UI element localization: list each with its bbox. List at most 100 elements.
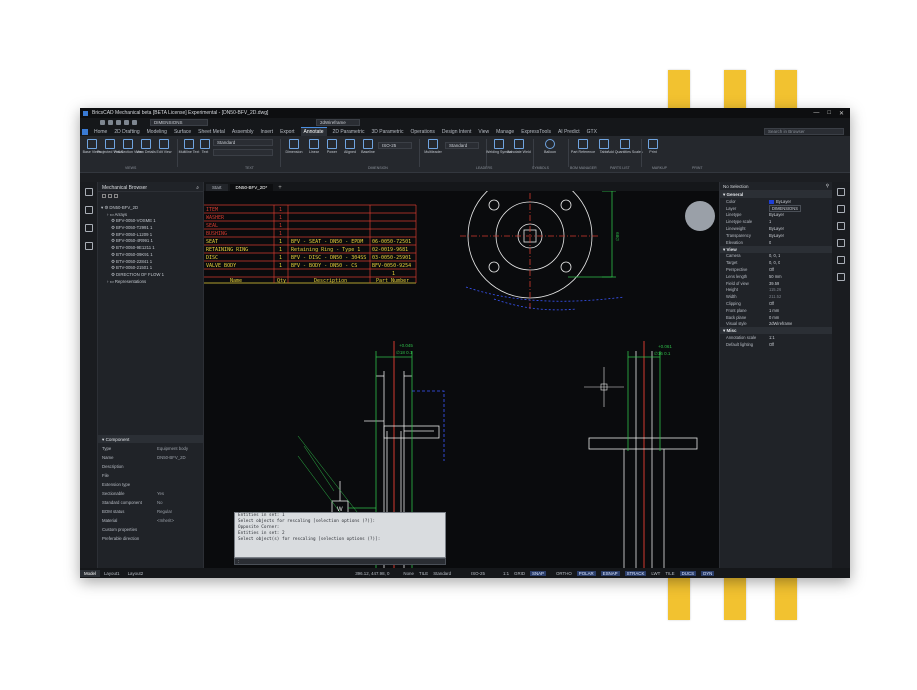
search-input[interactable]: Search in Browser <box>764 128 844 135</box>
prop-row[interactable]: Standard component No <box>102 500 200 509</box>
balloon-button[interactable]: Balloon <box>537 139 563 154</box>
prop-row[interactable]: BOM status Regular <box>102 509 200 518</box>
parameters-icon[interactable] <box>84 224 93 232</box>
tab-view[interactable]: View <box>477 129 490 135</box>
aligned-dim-button[interactable]: Aligned <box>342 139 358 154</box>
prop-clipping[interactable]: Clipping Off <box>720 300 832 307</box>
view-details-button[interactable]: View Details <box>136 139 156 154</box>
tab-layout2[interactable]: Layout2 <box>124 570 148 577</box>
tab-ai-predict[interactable]: AI Predict <box>557 129 581 135</box>
multiline-text-button[interactable]: Multiline Text <box>179 139 199 154</box>
layers-icon[interactable] <box>84 188 93 196</box>
add-quantities-scales-button[interactable]: Add Quantities Scales <box>607 139 643 154</box>
cloud-icon[interactable] <box>837 273 845 281</box>
tab-insert[interactable]: Insert <box>260 129 275 135</box>
tree-node[interactable]: › ▭ Arrays <box>101 212 200 219</box>
status-grid[interactable]: GRID <box>514 571 525 576</box>
welding-symbol-button[interactable]: Welding Symbol <box>486 139 512 154</box>
tab-surface[interactable]: Surface <box>173 129 192 135</box>
prop-layer[interactable]: Layer DIMENSIONS <box>720 204 832 212</box>
text-button[interactable]: Text <box>199 139 211 154</box>
tree-node[interactable]: ⚙ BFV-0050-T2991 1 <box>101 225 200 232</box>
app-menu-icon[interactable] <box>82 128 88 135</box>
status-lwt[interactable]: LWT <box>651 571 660 576</box>
dim-style-select[interactable]: ISO-25 <box>378 142 412 149</box>
mechanical-browser-icon[interactable] <box>84 206 93 214</box>
section-view[interactable]: ▾ View <box>720 245 832 253</box>
tree-node[interactable]: ⚙ BTV-0050-09K91 1 <box>101 252 200 259</box>
status-polar[interactable]: POLAR <box>576 570 596 576</box>
tab-export[interactable]: Export <box>279 129 295 135</box>
table-panel-icon[interactable] <box>837 256 845 264</box>
tab-modeling[interactable]: Modeling <box>146 129 168 135</box>
workspace-select[interactable]: DIMENSIONS <box>150 119 208 126</box>
dimension-button[interactable]: Dimension <box>284 139 304 154</box>
prop-lineweight[interactable]: Lineweight ByLayer <box>720 225 832 232</box>
selection-select[interactable]: No Selection ⚲ <box>720 182 832 191</box>
undo-icon[interactable] <box>124 120 129 125</box>
tab-expresstools[interactable]: ExpressTools <box>520 129 552 135</box>
visual-style-select[interactable]: 2dWireframe <box>316 119 360 126</box>
tab-layout1[interactable]: Layout1 <box>100 570 124 577</box>
doc-tab-start[interactable]: Start <box>206 184 228 191</box>
prop-field-of-view[interactable]: Field of view 39.59 <box>720 280 832 287</box>
prop-elevation[interactable]: Elevation 0 <box>720 239 832 246</box>
tree-node[interactable]: ⚙ BFV-0050-VOSME 1 <box>101 218 200 225</box>
status-strack[interactable]: STRACK <box>624 570 647 576</box>
prop-linetype[interactable]: Linetype ByLayer <box>720 212 832 219</box>
status-snap[interactable]: SNAP <box>530 570 546 576</box>
power-dim-button[interactable]: Power <box>324 139 340 154</box>
tab-home[interactable]: Home <box>93 129 108 135</box>
tree-node[interactable]: › ▭ Representations <box>101 279 200 286</box>
multileader-button[interactable]: Multileader <box>423 139 443 154</box>
full-section-view-button[interactable]: Full Section View <box>114 139 142 154</box>
prop-lens-length[interactable]: Lens length 50 mm <box>720 273 832 280</box>
tab-operations[interactable]: Operations <box>409 129 435 135</box>
prop-default-lighting[interactable]: Default lighting Off <box>720 341 832 348</box>
minimize-button[interactable]: — <box>813 110 819 117</box>
prop-annotation-scale[interactable]: Annotation scale 1:1 <box>720 334 832 341</box>
edit-view-button[interactable]: Edit View <box>156 139 172 154</box>
close-button[interactable]: ✕ <box>839 110 844 117</box>
materials-icon[interactable] <box>837 239 845 247</box>
status-tile2[interactable]: TILE <box>665 571 674 576</box>
command-input[interactable]: : <box>234 558 446 565</box>
tab-sheet-metal[interactable]: Sheet Metal <box>197 129 226 135</box>
prop-back-plane[interactable]: Back plane 0 mm <box>720 314 832 321</box>
redo-icon[interactable] <box>132 120 137 125</box>
tree-node[interactable]: ⚙ BFV-0050-4R991 1 <box>101 238 200 245</box>
status-tile[interactable]: TILE <box>419 571 428 576</box>
tree-node[interactable]: ⚙ BFV-0050-L1209 1 <box>101 232 200 239</box>
text-style-select[interactable]: Standard <box>213 139 273 146</box>
browser-tool-icon[interactable] <box>102 194 106 198</box>
tree-node[interactable]: ⚙ BTV-0050-21501 1 <box>101 265 200 272</box>
tab-model[interactable]: Model <box>80 569 100 577</box>
structure-icon[interactable] <box>84 242 93 250</box>
save-icon[interactable] <box>116 120 121 125</box>
status-dyn[interactable]: DYN <box>701 570 715 576</box>
status-ortho[interactable]: ORTHO <box>556 571 572 576</box>
status-dimstyle[interactable]: ISO-25 <box>471 571 485 576</box>
status-scale[interactable]: 1:1 <box>503 571 509 576</box>
linear-dim-button[interactable]: Linear <box>306 139 322 154</box>
leader-style-select[interactable]: Standard <box>445 142 479 149</box>
tab-2d-drafting[interactable]: 2D Drafting <box>113 129 140 135</box>
tab-2d-parametric[interactable]: 2D Parametric <box>332 129 366 135</box>
prop-transparency[interactable]: Transparency ByLayer <box>720 232 832 239</box>
new-file-icon[interactable] <box>100 120 105 125</box>
tree-node[interactable]: ⚙ BTV-0050-22841 1 <box>101 259 200 266</box>
section-misc[interactable]: ▾ Misc <box>720 327 832 335</box>
tree-root[interactable]: ▾ ⚙ DN50-BFV_2D <box>101 205 200 212</box>
library-icon[interactable] <box>837 205 845 213</box>
tree-node[interactable]: ⚙ DIRECTION OF FLOW 1 <box>101 272 200 279</box>
tab-manage[interactable]: Manage <box>495 129 515 135</box>
status-style[interactable]: Standard <box>433 571 451 576</box>
prop-visual-style[interactable]: Visual style 2dWireframe <box>720 321 832 328</box>
part-reference-button[interactable]: Part Reference <box>571 139 595 154</box>
prop-front-plane[interactable]: Front plane 1 mm <box>720 307 832 314</box>
browser-search-icon[interactable]: ⌕ <box>196 185 199 191</box>
component-header[interactable]: ▾ Component <box>98 435 203 443</box>
prop-camera[interactable]: Camera 0, 0, 1 <box>720 253 832 260</box>
maximize-button[interactable]: □ <box>827 110 831 117</box>
status-ducs[interactable]: DUCS <box>679 570 697 576</box>
